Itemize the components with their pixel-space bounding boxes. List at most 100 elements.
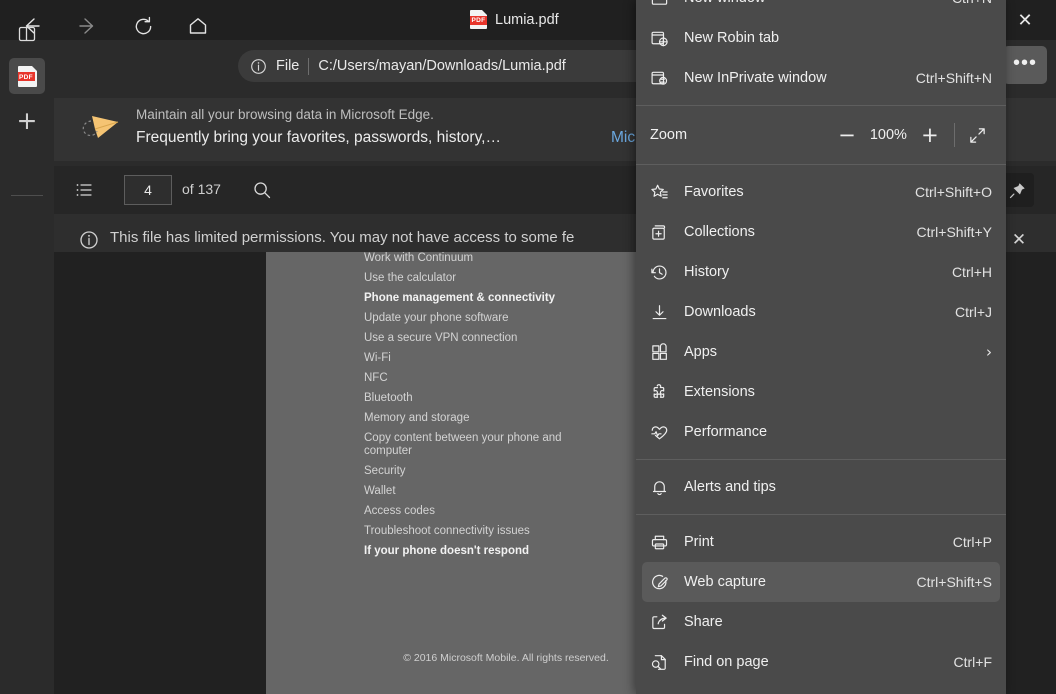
menu-item-label: New window <box>684 0 952 6</box>
pdf-file-icon: PDF <box>470 10 487 29</box>
toc-entry-label: NFC <box>364 372 388 385</box>
alerts-bell-icon <box>650 478 684 497</box>
menu-item-find-on-page[interactable]: Find on page Ctrl+F <box>636 642 1006 682</box>
toc-entry[interactable]: Work with Continuum 114 <box>364 252 664 265</box>
refresh-icon[interactable] <box>125 8 161 44</box>
window-close-button[interactable]: ✕ <box>1002 6 1048 36</box>
new-inprivate-window-icon <box>650 69 684 88</box>
toc-entry[interactable]: Wi-Fi 117 <box>364 352 664 365</box>
notification-line-1: Maintain all your browsing data in Micro… <box>136 107 434 122</box>
toc-entry-label: Memory and storage <box>364 412 469 425</box>
menu-item-favorites[interactable]: Favorites Ctrl+Shift+O <box>636 172 1006 212</box>
tab-title-label: Lumia.pdf <box>495 12 559 28</box>
permission-message: This file has limited permissions. You m… <box>110 229 574 246</box>
menu-item-accelerator: Ctrl+Shift+S <box>917 574 992 590</box>
menu-item-accelerator: Ctrl+J <box>955 304 992 320</box>
menu-item-label: Share <box>684 614 992 630</box>
toc-entry[interactable]: Copy content between your phone and comp… <box>364 432 664 458</box>
page-number-input[interactable]: 4 <box>124 175 172 205</box>
table-of-contents-icon[interactable] <box>74 180 94 200</box>
menu-item-label: Performance <box>684 424 992 440</box>
toc-entry[interactable]: Phone management & connectivity 116 <box>364 292 664 305</box>
menu-item-history[interactable]: History Ctrl+H <box>636 252 1006 292</box>
menu-item-collections[interactable]: Collections Ctrl+Shift+Y <box>636 212 1006 252</box>
settings-and-more-button[interactable]: ••• <box>1003 46 1047 84</box>
downloads-arrow-icon <box>650 303 684 322</box>
zoom-row: Zoom − 100% + <box>636 113 1006 157</box>
find-on-page-icon <box>650 653 684 672</box>
toc-entry-label: Troubleshoot connectivity issues <box>364 525 530 538</box>
toc-entry-label: Security <box>364 465 406 478</box>
toc-entry-label: Work with Continuum <box>364 252 473 265</box>
vertical-tab-strip <box>0 92 54 694</box>
share-icon <box>650 613 684 632</box>
menu-item-read-aloud[interactable]: Read aloud Ctrl+Shift+U <box>636 682 1006 694</box>
menu-item-label: Web capture <box>684 574 917 590</box>
toc-entry-label: Use a secure VPN connection <box>364 332 517 345</box>
menu-item-performance[interactable]: Performance <box>636 412 1006 452</box>
pdf-tab[interactable]: PDF <box>9 58 45 94</box>
menu-item-label: Collections <box>684 224 917 240</box>
menu-item-label: New InPrivate window <box>684 70 916 86</box>
home-icon[interactable] <box>180 8 216 44</box>
menu-group-browse: Favorites Ctrl+Shift+O Collections Ctrl+… <box>636 172 1006 452</box>
toc-entry-label: Wallet <box>364 485 396 498</box>
menu-item-label: Favorites <box>684 184 915 200</box>
toc-entry[interactable]: Troubleshoot connectivity issues 134 <box>364 525 664 538</box>
menu-item-downloads[interactable]: Downloads Ctrl+J <box>636 292 1006 332</box>
toc-entry[interactable]: Wallet 133 <box>364 485 664 498</box>
browser-tab[interactable]: PDF Lumia.pdf <box>470 10 559 29</box>
toc-entry[interactable]: NFC 118 <box>364 372 664 385</box>
toc-entry-label: Bluetooth <box>364 392 413 405</box>
menu-divider <box>636 105 1006 106</box>
menu-item-print[interactable]: Print Ctrl+P <box>636 522 1006 562</box>
toc-entry[interactable]: Bluetooth 120 <box>364 392 664 405</box>
toc-entry[interactable]: Access codes 133 <box>364 505 664 518</box>
menu-item-web-capture[interactable]: Web capture Ctrl+Shift+S <box>642 562 1000 602</box>
menu-item-accelerator: Ctrl+P <box>953 534 992 550</box>
menu-item-new-window[interactable]: New window Ctrl+N <box>636 0 1006 18</box>
toc-entry[interactable]: Security 127 <box>364 465 664 478</box>
pdf-table-of-contents: Work with Continuum 114 Use the calculat… <box>364 252 664 565</box>
menu-item-new-robin-tab[interactable]: New Robin tab <box>636 18 1006 58</box>
address-url-text[interactable]: C:/Users/mayan/Downloads/Lumia.pdf <box>318 58 565 74</box>
collections-icon <box>650 223 684 242</box>
menu-item-accelerator: Ctrl+H <box>952 264 992 280</box>
fullscreen-icon[interactable] <box>963 126 992 145</box>
performance-heartbeat-icon <box>650 423 684 442</box>
menu-item-new-inprivate-window[interactable]: New InPrivate window Ctrl+Shift+N <box>636 58 1006 98</box>
menu-item-extensions[interactable]: Extensions <box>636 372 1006 412</box>
zoom-out-button[interactable]: − <box>831 125 864 145</box>
toc-entry[interactable]: Use the calculator 114 <box>364 272 664 285</box>
menu-item-accelerator: Ctrl+Shift+O <box>915 184 992 200</box>
toc-entry[interactable]: Use a secure VPN connection 117 <box>364 332 664 345</box>
toc-entry-label: Access codes <box>364 505 435 518</box>
forward-arrow-icon[interactable] <box>70 8 106 44</box>
zoom-in-button[interactable]: + <box>914 125 947 145</box>
toc-entry[interactable]: Update your phone software 116 <box>364 312 664 325</box>
pdf-file-icon: PDF <box>18 66 37 87</box>
menu-divider <box>636 514 1006 515</box>
menu-item-accelerator: Ctrl+F <box>954 654 993 670</box>
print-icon <box>650 533 684 552</box>
zoom-divider <box>954 123 955 147</box>
menu-item-apps[interactable]: Apps › <box>636 332 1006 372</box>
menu-divider <box>636 164 1006 165</box>
menu-item-alerts-and-tips[interactable]: Alerts and tips <box>636 467 1006 507</box>
toc-entry-label: Wi-Fi <box>364 352 391 365</box>
page-total-label: of 137 <box>182 181 221 197</box>
toc-entry-label: If your phone doesn't respond <box>364 545 529 558</box>
menu-item-accelerator: Ctrl+Shift+N <box>916 70 992 86</box>
toc-entry[interactable]: If your phone doesn't respond 136 <box>364 545 664 558</box>
menu-divider <box>636 459 1006 460</box>
menu-item-share[interactable]: Share <box>636 602 1006 642</box>
settings-and-more-menu: New window Ctrl+N New Robin tab New InPr… <box>636 0 1006 694</box>
new-robin-tab-icon <box>650 29 684 48</box>
zoom-value: 100% <box>863 127 914 143</box>
permission-close-button[interactable]: ✕ <box>1004 225 1034 255</box>
search-icon[interactable] <box>252 180 272 200</box>
toc-entry[interactable]: Memory and storage 122 <box>364 412 664 425</box>
address-divider <box>308 58 309 75</box>
tab-list-icon[interactable] <box>9 16 45 52</box>
new-tab-plus[interactable]: + <box>9 102 45 138</box>
